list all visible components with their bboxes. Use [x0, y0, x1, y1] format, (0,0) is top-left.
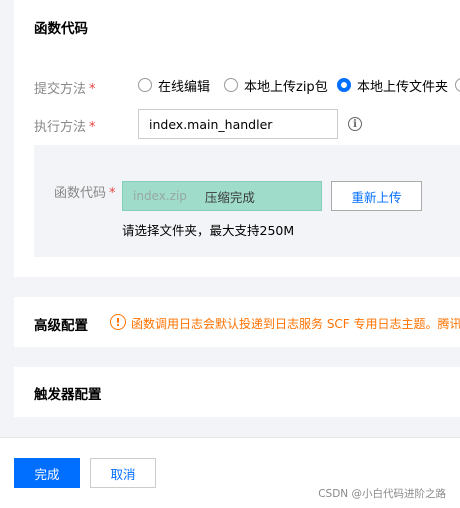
handler-label: 执行方法 * — [34, 120, 96, 135]
cancel-button[interactable]: 取消 — [90, 458, 156, 488]
watermark: CSDN @小白代码进阶之路 — [318, 488, 446, 500]
reupload-button[interactable]: 重新上传 — [331, 181, 422, 211]
radio-upload-folder[interactable]: 本地上传文件夹 — [337, 75, 448, 95]
radio-upload-zip[interactable]: 本地上传zip包 — [224, 75, 328, 95]
radio-circle-checked — [337, 78, 351, 92]
finish-button[interactable]: 完成 — [14, 458, 80, 488]
advanced-config-title[interactable]: 高级配置 — [34, 314, 88, 334]
exclamation-circle-icon: ! — [110, 314, 126, 330]
radio-circle — [224, 78, 238, 92]
trigger-config-title[interactable]: 触发器配置 — [34, 383, 102, 403]
submit-method-label: 提交方法 * — [34, 82, 96, 97]
info-icon[interactable]: i — [348, 117, 362, 131]
code-label: 函数代码 * — [54, 186, 116, 201]
function-code-title: 函数代码 — [34, 21, 88, 37]
upload-status-text: 压缩完成 — [204, 189, 255, 205]
radio-online-edit[interactable]: 在线编辑 — [138, 75, 210, 95]
handler-input[interactable] — [138, 109, 338, 139]
file-name: index.zip — [133, 189, 187, 203]
upload-hint: 请选择文件夹，最大支持250M — [122, 223, 295, 238]
log-notice-text: 函数调用日志会默认投递到日志服务 SCF 专用日志主题。腾讯 — [131, 317, 460, 331]
upload-status-bar: index.zip 压缩完成 — [122, 181, 322, 211]
radio-circle — [138, 78, 152, 92]
